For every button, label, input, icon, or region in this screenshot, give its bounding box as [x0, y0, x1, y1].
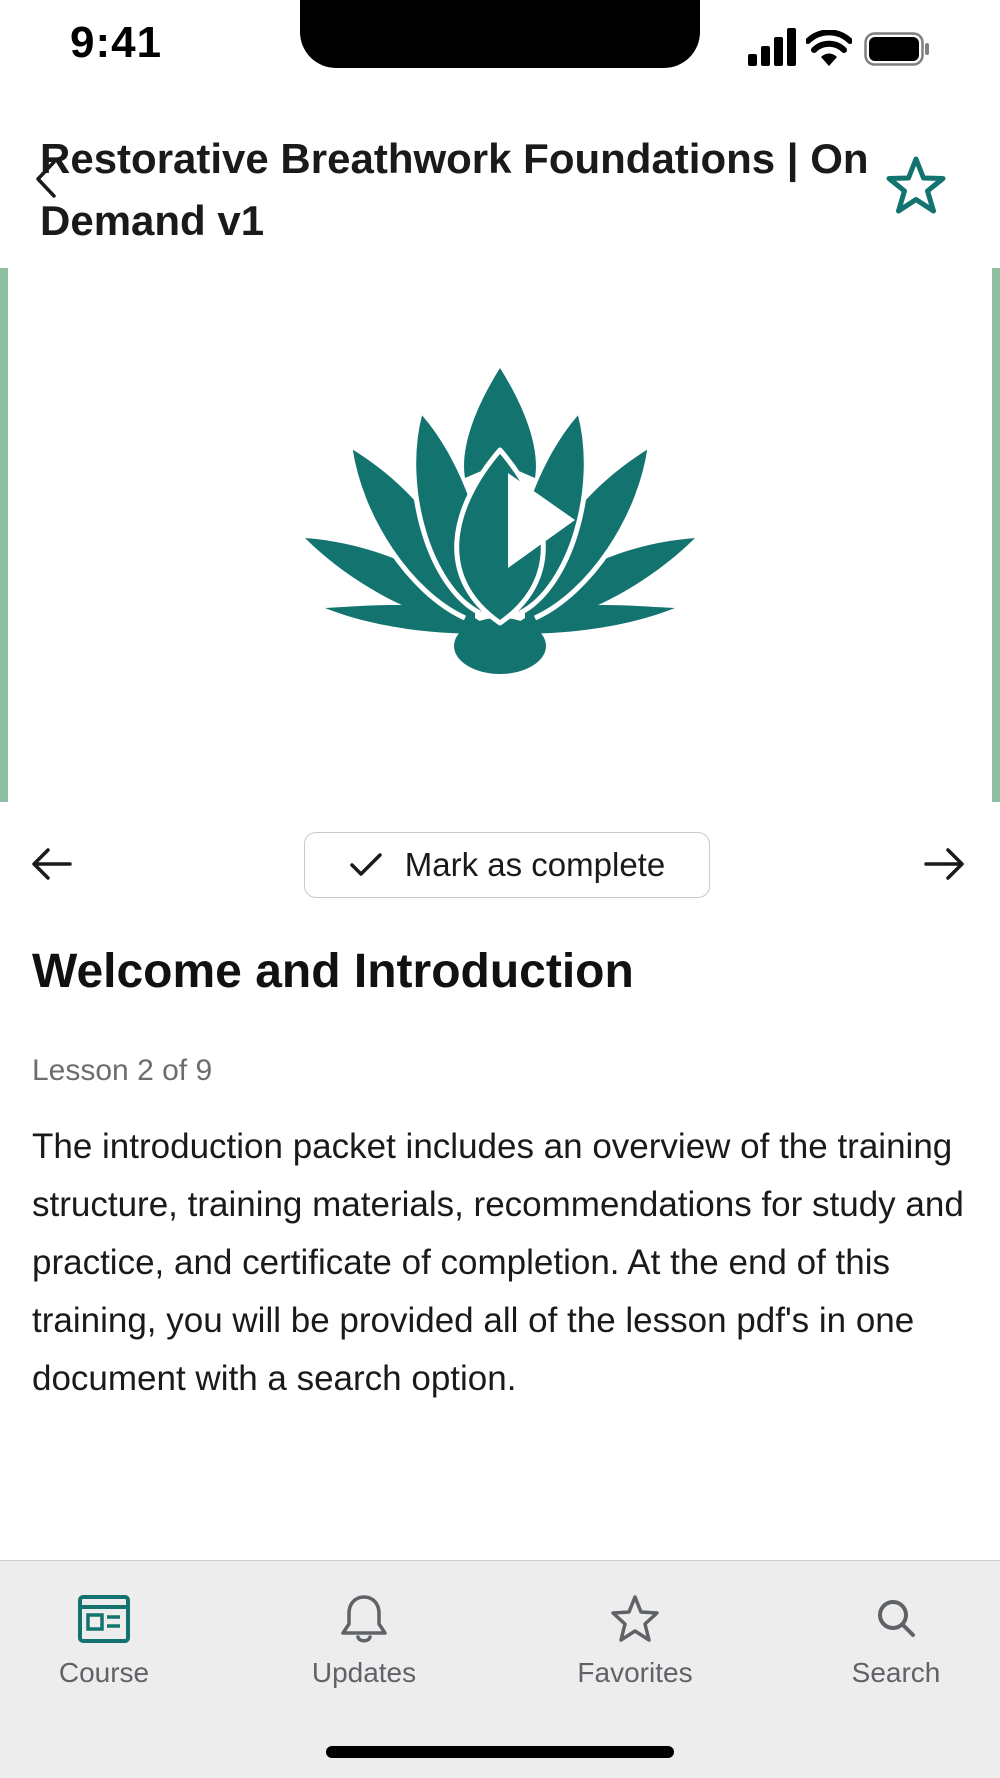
course-icon — [78, 1595, 130, 1643]
device-notch — [300, 0, 700, 68]
status-bar: 9:41 — [0, 0, 1000, 100]
cellular-signal-icon — [748, 28, 796, 66]
course-header: Restorative Breathwork Foundations | On … — [0, 120, 1000, 250]
mark-complete-button[interactable]: Mark as complete — [304, 832, 710, 898]
media-border-left — [0, 268, 8, 802]
battery-icon — [864, 32, 929, 66]
star-icon — [611, 1595, 659, 1642]
lesson-count: Lesson 2 of 9 — [32, 1054, 213, 1087]
page-title: Restorative Breathwork Foundations | On … — [40, 135, 869, 244]
lotus-logo-icon[interactable] — [300, 368, 700, 678]
status-time: 9:41 — [70, 18, 163, 67]
wifi-icon — [806, 30, 852, 66]
tab-search-label: Search — [851, 1657, 941, 1688]
checkmark-icon — [350, 853, 382, 876]
media-border-right — [992, 268, 1000, 802]
bell-icon — [341, 1595, 387, 1643]
tab-updates-label: Updates — [311, 1657, 417, 1688]
lesson-video[interactable] — [0, 268, 1000, 802]
lesson-title: Welcome and Introduction — [32, 945, 634, 998]
lesson-description: The introduction packet includes an over… — [32, 1127, 964, 1398]
star-outline-icon[interactable] — [884, 154, 948, 218]
arrow-right-icon[interactable] — [922, 842, 966, 886]
mark-complete-label: Mark as complete — [404, 846, 666, 883]
tab-updates[interactable]: Updates — [264, 1591, 464, 1701]
tab-course[interactable]: Course — [4, 1591, 204, 1701]
tab-search[interactable]: Search — [796, 1591, 996, 1701]
arrow-left-icon[interactable] — [30, 842, 74, 886]
search-icon — [878, 1600, 915, 1637]
tab-course-label: Course — [58, 1657, 150, 1688]
tab-favorites-label: Favorites — [577, 1657, 693, 1688]
home-indicator[interactable] — [326, 1746, 674, 1758]
tab-favorites[interactable]: Favorites — [535, 1591, 735, 1701]
lesson-navigation: Mark as complete — [0, 830, 1000, 900]
